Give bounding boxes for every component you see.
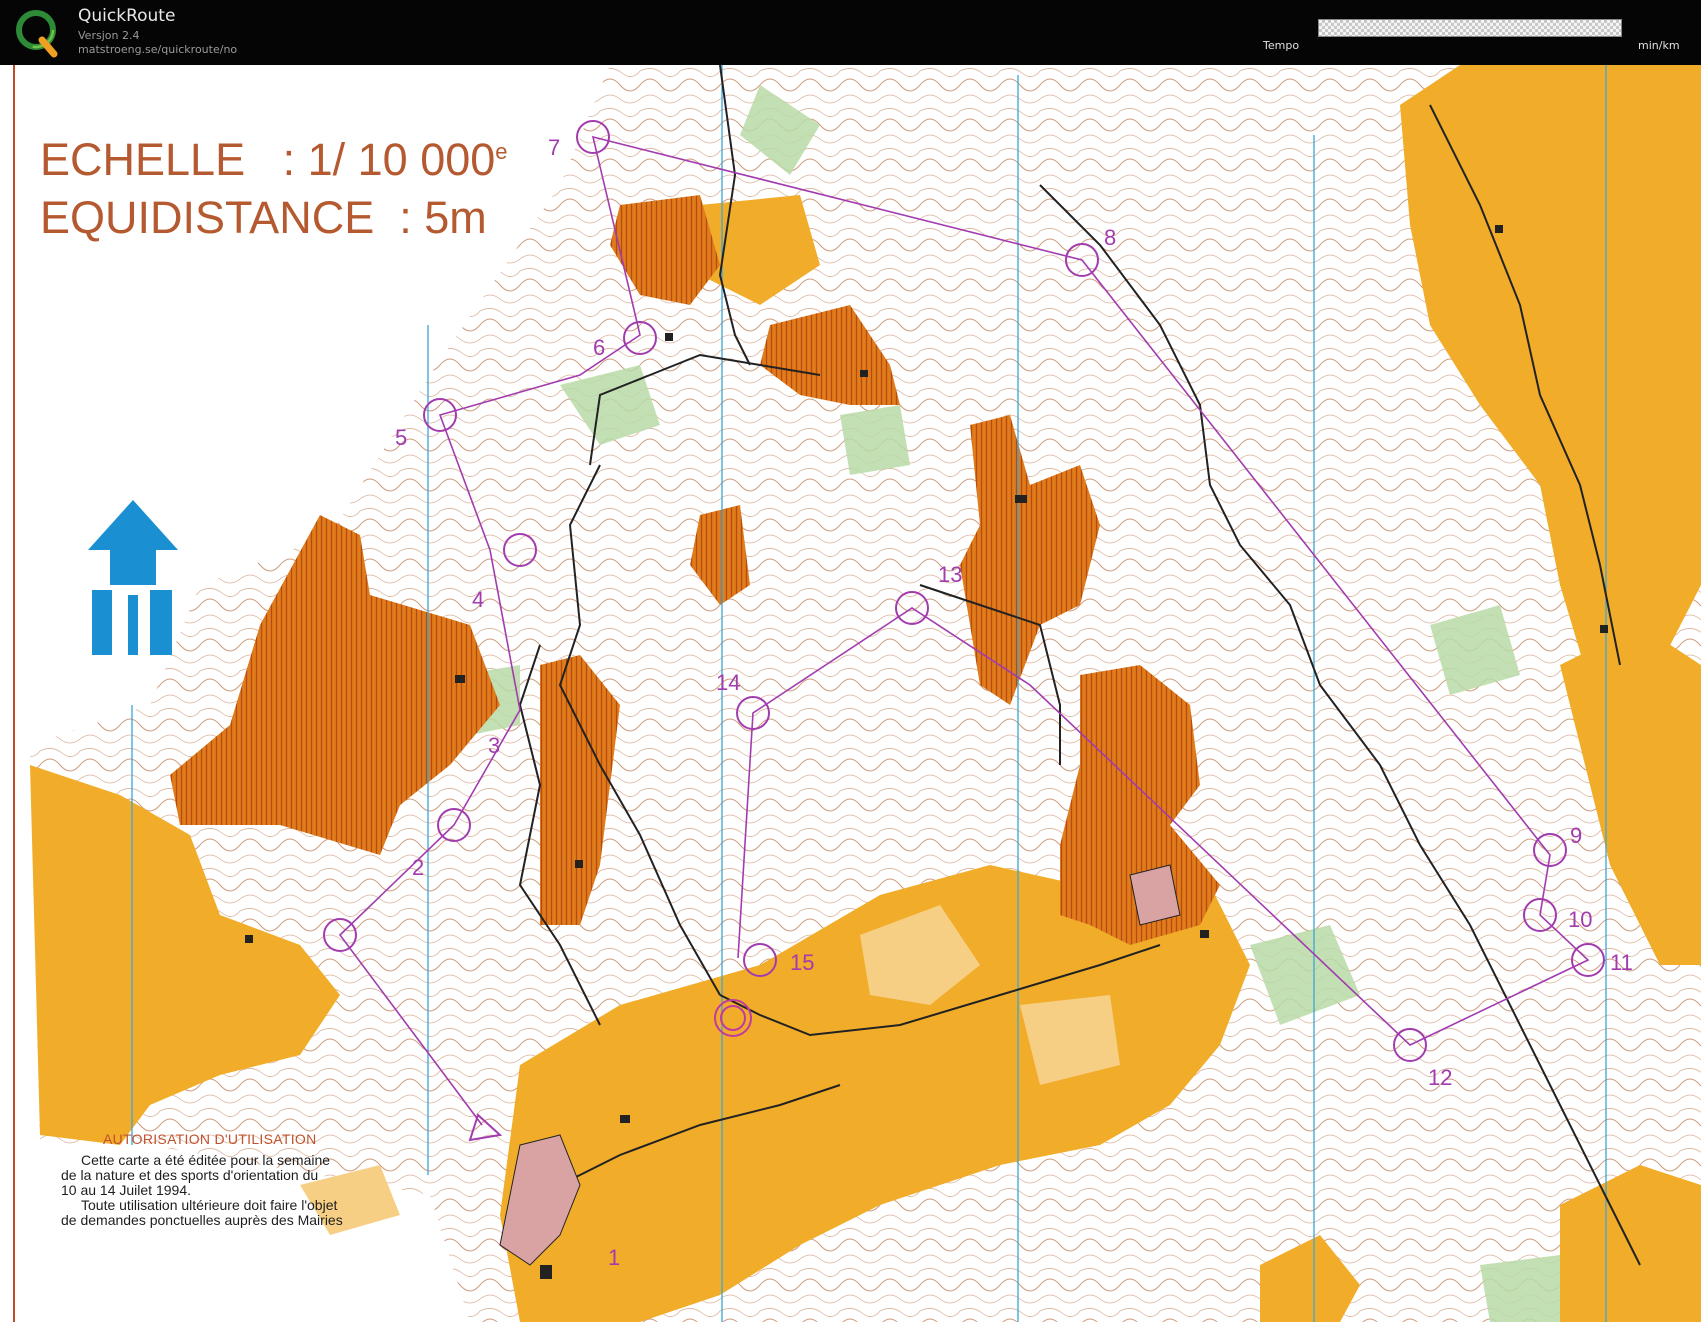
control-number-13: 13 <box>938 562 963 587</box>
control-number-9: 9 <box>1570 823 1583 848</box>
control-number-1: 1 <box>608 1245 621 1270</box>
app-header-bar: QuickRoute Versjon 2.4 matstroeng.se/qui… <box>0 0 1701 65</box>
tempo-label: Tempo <box>1263 39 1300 52</box>
control-number-10: 10 <box>1568 907 1593 932</box>
app-url[interactable]: matstroeng.se/quickroute/no <box>78 43 237 56</box>
control-number-3: 3 <box>488 733 501 758</box>
tempo-unit-label: min/km <box>1638 39 1680 52</box>
scale-line: ECHELLE : 1/ 10 000e <box>40 134 508 185</box>
authorisation-line: 10 au 14 Juilet 1994. <box>61 1182 191 1198</box>
authorisation-line: de la nature et des sports d'orientation… <box>61 1167 319 1183</box>
map-scale-text: ECHELLE : 1/ 10 000e EQUIDISTANCE : 5m <box>40 123 508 247</box>
app-version: Versjon 2.4 <box>78 29 140 42</box>
control-number-11: 11 <box>1610 950 1633 975</box>
control-number-15: 15 <box>790 950 815 975</box>
control-number-8: 8 <box>1104 225 1117 250</box>
control-number-7: 7 <box>548 135 561 160</box>
control-number-4: 4 <box>472 587 485 612</box>
tempo-color-scale-bar[interactable] <box>1318 19 1622 37</box>
authorisation-line: Cette carte a été éditée pour la semaine <box>81 1152 331 1168</box>
equidistance-line: EQUIDISTANCE : 5m <box>40 192 487 243</box>
authorisation-line: de demandes ponctuelles auprès des Mairi… <box>61 1212 343 1228</box>
authorisation-title: AUTORISATION D'UTILISATION <box>103 1131 317 1147</box>
app-name: QuickRoute <box>78 6 176 26</box>
control-number-5: 5 <box>395 425 408 450</box>
quickroute-q-logo-icon <box>14 6 62 58</box>
control-number-6: 6 <box>593 335 606 360</box>
control-number-2: 2 <box>412 855 425 880</box>
control-number-12: 12 <box>1428 1065 1453 1090</box>
authorisation-line: Toute utilisation ultérieure doit faire … <box>81 1197 338 1213</box>
orienteering-map[interactable]: ECHELLE : 1/ 10 000e EQUIDISTANCE : 5m 1 … <box>0 65 1701 1322</box>
control-number-14: 14 <box>716 670 741 695</box>
